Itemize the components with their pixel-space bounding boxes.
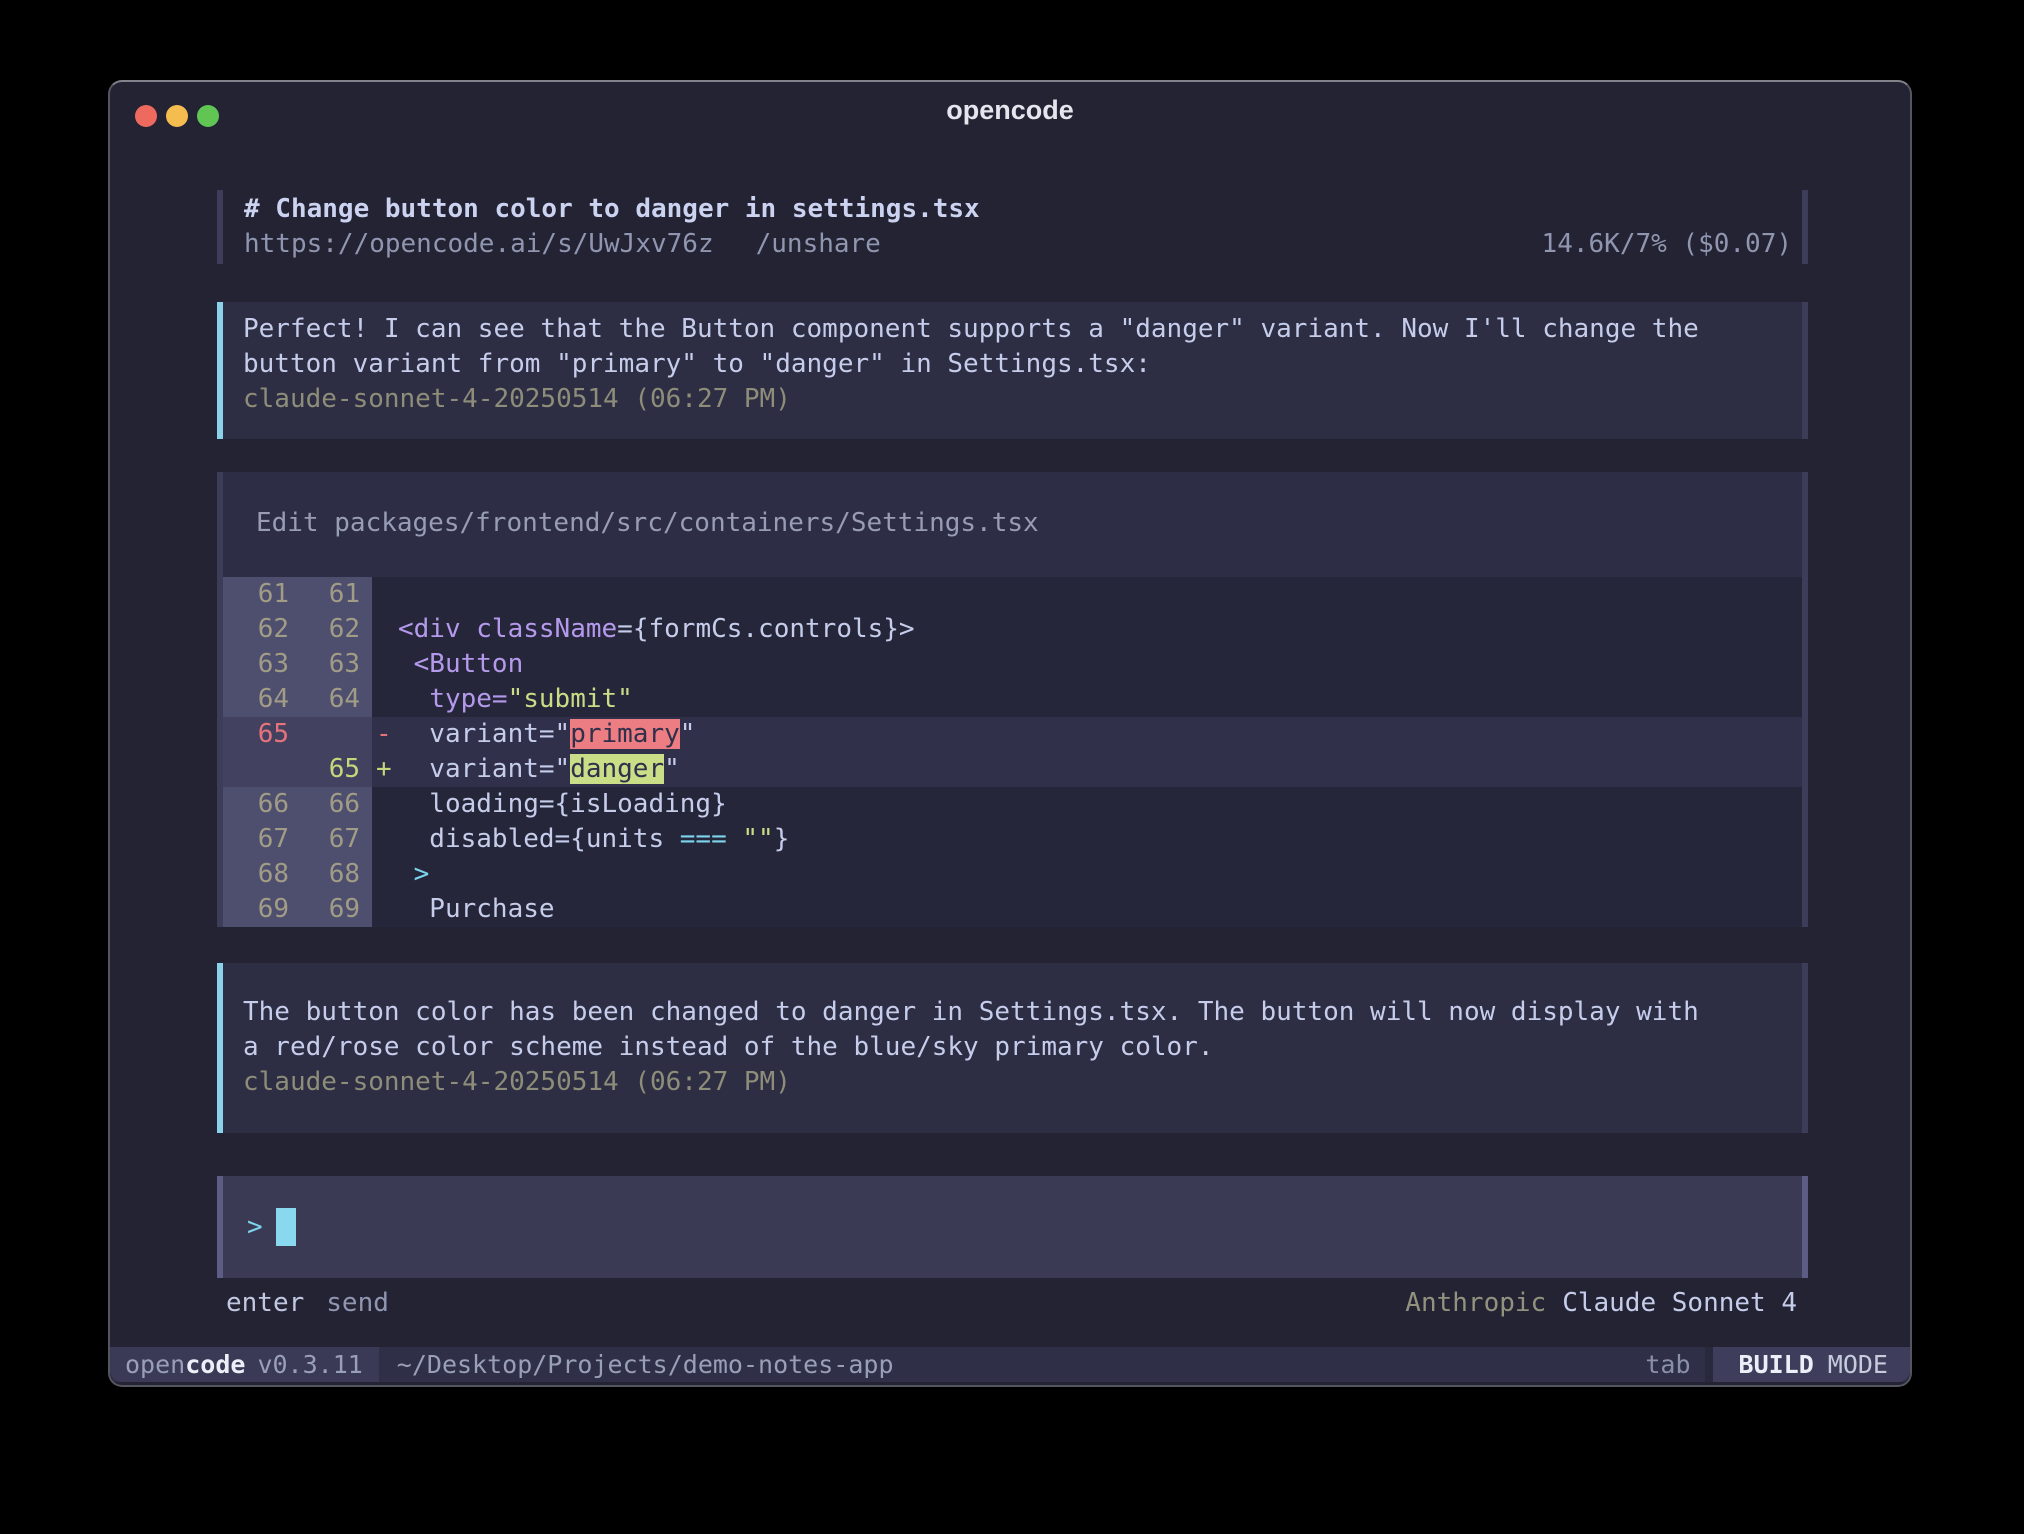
session-subheader: https://opencode.ai/s/UwJxv76z /unshare … — [244, 227, 1792, 262]
model-meta: claude-sonnet-4-20250514 (06:27 PM) — [243, 382, 1778, 417]
diff-line-numbers: 6666 — [223, 787, 372, 822]
diff-table: 6161 6262 <div className={formCs.control… — [223, 577, 1802, 927]
desktop: opencode # Change button color to danger… — [0, 0, 2024, 1534]
window-titlebar: opencode — [110, 82, 1910, 138]
diff-code-line: variant="primary" — [398, 717, 1802, 752]
diff-line-numbers: 6161 — [223, 577, 372, 612]
mode-segment: BUILD MODE — [1713, 1347, 1910, 1382]
diff-row: 6262 <div className={formCs.controls}> — [223, 612, 1802, 647]
tab-key-hint[interactable]: tab — [1645, 1347, 1690, 1382]
app-version: v0.3.11 — [257, 1350, 362, 1379]
diff-row: 6161 — [223, 577, 1802, 612]
mode-name: BUILD — [1739, 1350, 1814, 1379]
edit-tool-block: Edit packages/frontend/src/containers/Se… — [217, 472, 1808, 927]
session-title: # Change button color to danger in setti… — [244, 192, 1792, 227]
prompt-symbol: > — [247, 1210, 263, 1245]
mode-label: MODE — [1828, 1350, 1888, 1379]
diff-code-line: > — [398, 857, 1802, 892]
status-bar: opencode v0.3.11 ~/Desktop/Projects/demo-… — [110, 1347, 1910, 1382]
diff-line-numbers: 65 — [223, 752, 372, 787]
assistant-message-1: Perfect! I can see that the Button compo… — [217, 302, 1808, 439]
message-text: Perfect! I can see that the Button compo… — [243, 312, 1778, 347]
diff-row: 6969 Purchase — [223, 892, 1802, 927]
diff-line-numbers: 65 — [223, 717, 372, 752]
message-text: a red/rose color scheme instead of the b… — [243, 1030, 1778, 1065]
prompt-row: > — [247, 1209, 1802, 1245]
session-header: # Change button color to danger in setti… — [217, 190, 1808, 264]
diff-code-line: type="submit" — [398, 682, 1802, 717]
edit-file-path: Edit packages/frontend/src/containers/Se… — [223, 506, 1802, 541]
assistant-message-2: The button color has been changed to dan… — [217, 963, 1808, 1133]
share-url[interactable]: https://opencode.ai/s/UwJxv76z — [244, 227, 714, 262]
app-name-suffix: code — [185, 1350, 245, 1379]
model-name: Claude Sonnet 4 — [1562, 1286, 1797, 1321]
diff-line-numbers: 6363 — [223, 647, 372, 682]
diff-row: 65+ variant="danger" — [223, 752, 1802, 787]
diff-code-line: <div className={formCs.controls}> — [398, 612, 1802, 647]
status-divider — [1705, 1347, 1713, 1382]
message-text: The button color has been changed to dan… — [243, 995, 1778, 1030]
send-action-hint: send — [326, 1286, 389, 1321]
diff-line-numbers: 6969 — [223, 892, 372, 927]
diff-row: 6767 disabled={units === ""} — [223, 822, 1802, 857]
app-name-prefix: open — [125, 1350, 185, 1379]
model-meta: claude-sonnet-4-20250514 (06:27 PM) — [243, 1065, 1778, 1100]
diff-row: 6464 type="submit" — [223, 682, 1802, 717]
footer-hints: enter send Anthropic Claude Sonnet 4 — [217, 1286, 1808, 1321]
diff-code-line: loading={isLoading} — [398, 787, 1802, 822]
diff-code-line: Purchase — [398, 892, 1802, 927]
diff-row: 6363 <Button — [223, 647, 1802, 682]
app-version-segment: opencode v0.3.11 — [110, 1347, 379, 1382]
main-column: # Change button color to danger in setti… — [217, 190, 1808, 1321]
diff-code-line: variant="danger" — [398, 752, 1802, 787]
diff-code-line — [398, 577, 1802, 612]
token-usage: 14.6K/7% ($0.07) — [1542, 227, 1792, 262]
diff-row: 65- variant="primary" — [223, 717, 1802, 752]
diff-row: 6666 loading={isLoading} — [223, 787, 1802, 822]
opencode-window: opencode # Change button color to danger… — [108, 80, 1912, 1387]
provider-name: Anthropic — [1405, 1286, 1546, 1321]
diff-row: 6868 > — [223, 857, 1802, 892]
text-cursor — [276, 1208, 296, 1246]
diff-line-numbers: 6464 — [223, 682, 372, 717]
diff-code-line: <Button — [398, 647, 1802, 682]
diff-line-numbers: 6868 — [223, 857, 372, 892]
window-title: opencode — [110, 95, 1910, 126]
unshare-command[interactable]: /unshare — [756, 227, 881, 262]
diff-code-line: disabled={units === ""} — [398, 822, 1802, 857]
diff-line-numbers: 6262 — [223, 612, 372, 647]
working-directory: ~/Desktop/Projects/demo-notes-app — [397, 1347, 894, 1382]
enter-key-hint: enter — [226, 1286, 304, 1321]
message-input[interactable]: > — [217, 1176, 1808, 1278]
message-text: button variant from "primary" to "danger… — [243, 347, 1778, 382]
diff-line-numbers: 6767 — [223, 822, 372, 857]
